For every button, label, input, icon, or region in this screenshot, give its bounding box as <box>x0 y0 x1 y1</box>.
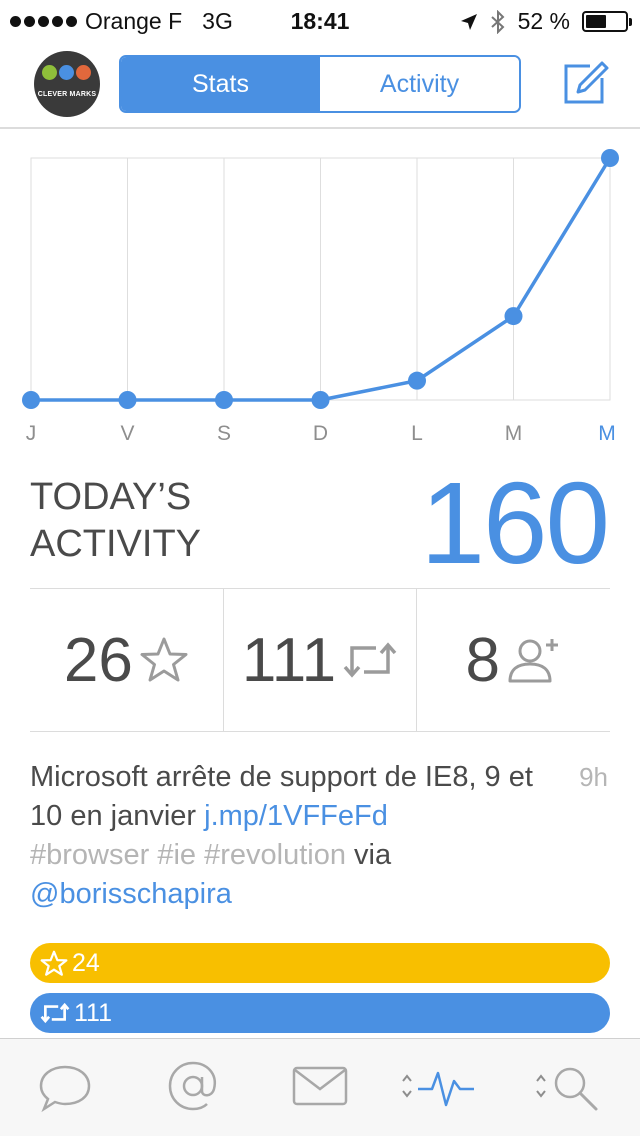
chart-data-point <box>22 391 40 409</box>
chart-x-tick-label: J <box>26 422 37 445</box>
followers-stat[interactable]: 8 <box>416 589 610 731</box>
logo-marks <box>42 65 91 80</box>
tab-messages[interactable] <box>292 1059 348 1117</box>
chart-data-point <box>215 391 233 409</box>
chart-data-point <box>311 391 330 409</box>
favorites-bar[interactable]: 24 <box>30 943 610 983</box>
activity-pulse-icon <box>402 1071 474 1107</box>
chart-data-point <box>504 307 523 326</box>
star-icon <box>140 637 188 682</box>
add-follower-icon <box>508 639 558 683</box>
chart-x-tick-label: S <box>217 422 231 445</box>
compose-icon <box>564 61 609 104</box>
tab-stats[interactable]: Stats <box>121 57 320 111</box>
header: CLEVER MARKS Stats Activity <box>0 40 640 129</box>
activity-chart: JVSDLMM <box>0 130 640 460</box>
chat-bubble-icon <box>39 1065 91 1113</box>
new-followers-count: 8 <box>465 625 500 695</box>
status-right: 52 % <box>460 8 632 35</box>
tweet-hashtags[interactable]: #browser #ie #revolution <box>30 839 346 871</box>
bluetooth-icon <box>490 9 505 34</box>
stats-activity-switch: Stats Activity <box>119 55 521 113</box>
tab-activity-feed[interactable] <box>400 1059 476 1117</box>
todays-activity-line1: TODAY’S <box>30 476 192 518</box>
retweets-bar-count: 111 <box>74 998 113 1027</box>
chart-x-tick-label: M <box>598 422 616 445</box>
chart-svg: JVSDLMM <box>22 149 619 445</box>
chart-x-tick-label: L <box>411 422 423 445</box>
tweet-via: via <box>345 839 392 871</box>
favorites-stat[interactable]: 26 <box>30 589 223 731</box>
tweet-timestamp: 9h <box>579 762 608 792</box>
tweet-text: Microsoft arrête de support de IE8, 9 et… <box>30 758 550 914</box>
favorites-bar-count: 24 <box>72 948 100 977</box>
tweet-mention[interactable]: @borisschapira <box>30 878 232 910</box>
star-icon <box>40 950 68 976</box>
tab-activity[interactable]: Activity <box>320 57 519 111</box>
account-avatar[interactable]: CLEVER MARKS <box>34 51 100 117</box>
chart-data-point <box>118 391 137 409</box>
status-bar: Orange F 3G 18:41 52 % <box>0 0 640 40</box>
favorites-count: 26 <box>63 625 133 695</box>
tab-conversations[interactable] <box>38 1059 92 1117</box>
search-icon <box>536 1067 598 1111</box>
chart-data-point <box>408 371 426 390</box>
todays-activity-value: 160 <box>420 458 610 588</box>
retweets-bar[interactable]: 111 <box>30 993 610 1033</box>
retweet-icon <box>40 1002 70 1024</box>
chart-x-tick-label: D <box>313 422 328 445</box>
chart-data-point <box>601 149 619 167</box>
logo-text: CLEVER MARKS <box>37 91 97 98</box>
tweet-link[interactable]: j.mp/1VFFeFd <box>204 800 388 832</box>
battery-percent: 52 % <box>517 8 570 34</box>
tab-bar <box>0 1038 640 1136</box>
todays-activity-label: TODAY’S ACTIVITY <box>30 474 310 568</box>
tab-search[interactable] <box>534 1059 602 1117</box>
tab-mentions[interactable] <box>166 1059 220 1117</box>
mention-icon <box>168 1061 217 1111</box>
retweets-stat[interactable]: 111 <box>222 589 417 731</box>
battery-icon <box>582 11 632 32</box>
retweets-count: 111 <box>241 625 337 695</box>
retweet-icon <box>343 642 397 678</box>
stats-row: 26 111 8 <box>30 588 610 732</box>
chart-x-tick-label: V <box>120 422 134 445</box>
compose-button[interactable] <box>560 58 610 108</box>
mail-icon <box>292 1066 348 1106</box>
chart-x-tick-label: M <box>505 422 523 445</box>
todays-activity-line2: ACTIVITY <box>30 523 202 565</box>
top-tweet[interactable]: Microsoft arrête de support de IE8, 9 et… <box>30 758 610 914</box>
location-arrow-icon <box>460 13 477 30</box>
